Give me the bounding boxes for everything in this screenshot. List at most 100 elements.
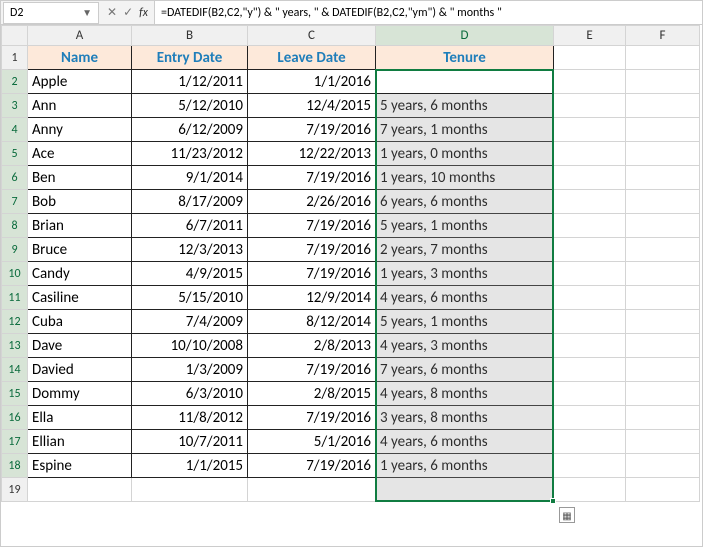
cell-entry[interactable]: 11/23/2012 [132, 142, 248, 166]
row-header-19[interactable]: 19 [2, 478, 28, 502]
autofill-options-button[interactable]: ▦ [559, 507, 575, 523]
cell-entry[interactable]: 8/17/2009 [132, 190, 248, 214]
cell[interactable] [626, 70, 700, 94]
cell[interactable] [626, 46, 700, 70]
row-header[interactable]: 8 [2, 214, 28, 238]
cell-entry[interactable]: 6/3/2010 [132, 382, 248, 406]
cell-leave[interactable]: 12/9/2014 [248, 286, 376, 310]
fx-icon[interactable]: fx [139, 6, 148, 20]
cell-leave[interactable]: 7/19/2016 [248, 238, 376, 262]
header-entry[interactable]: Entry Date [132, 46, 248, 70]
header-tenure[interactable]: Tenure [376, 46, 554, 70]
row-header[interactable]: 6 [2, 166, 28, 190]
cell-leave[interactable]: 7/19/2016 [248, 166, 376, 190]
cell-leave[interactable]: 12/22/2013 [248, 142, 376, 166]
row-header[interactable]: 17 [2, 430, 28, 454]
cell[interactable] [626, 310, 700, 334]
cell-leave[interactable]: 5/1/2016 [248, 430, 376, 454]
cell-entry[interactable]: 1/1/2015 [132, 454, 248, 478]
cell-leave[interactable]: 8/12/2014 [248, 310, 376, 334]
cell[interactable] [626, 166, 700, 190]
cell[interactable] [626, 334, 700, 358]
cell-entry[interactable]: 7/4/2009 [132, 310, 248, 334]
cell-leave[interactable]: 12/4/2015 [248, 94, 376, 118]
cell[interactable] [248, 478, 376, 502]
cell-tenure[interactable]: 1 years, 3 months [376, 262, 554, 286]
cell[interactable] [626, 358, 700, 382]
cell[interactable] [626, 430, 700, 454]
cell[interactable] [554, 70, 626, 94]
cell-name[interactable]: Espine [28, 454, 132, 478]
cell-tenure[interactable]: 4 years, 11 months [376, 70, 554, 94]
cell-entry[interactable]: 10/7/2011 [132, 430, 248, 454]
cell-tenure[interactable]: 4 years, 8 months [376, 382, 554, 406]
cancel-icon[interactable]: ✕ [107, 5, 117, 20]
cell[interactable] [554, 454, 626, 478]
row-header[interactable]: 15 [2, 382, 28, 406]
cell-name[interactable]: Apple [28, 70, 132, 94]
cell-leave[interactable]: 2/8/2013 [248, 334, 376, 358]
cell[interactable] [554, 334, 626, 358]
cell-entry[interactable]: 5/15/2010 [132, 286, 248, 310]
cell-entry[interactable]: 4/9/2015 [132, 262, 248, 286]
row-header[interactable]: 11 [2, 286, 28, 310]
cell-entry[interactable]: 10/10/2008 [132, 334, 248, 358]
cell-tenure[interactable]: 7 years, 6 months [376, 358, 554, 382]
cell-tenure[interactable]: 3 years, 8 months [376, 406, 554, 430]
col-header-B[interactable]: B [132, 26, 248, 46]
cell-tenure[interactable]: 4 years, 6 months [376, 430, 554, 454]
cell[interactable] [554, 430, 626, 454]
cell-tenure[interactable]: 4 years, 6 months [376, 286, 554, 310]
cell-name[interactable]: Anny [28, 118, 132, 142]
cell[interactable] [626, 286, 700, 310]
row-header[interactable]: 14 [2, 358, 28, 382]
cell[interactable] [132, 478, 248, 502]
cell-tenure[interactable]: 6 years, 6 months [376, 190, 554, 214]
cell-tenure[interactable]: 5 years, 6 months [376, 94, 554, 118]
row-header[interactable]: 9 [2, 238, 28, 262]
cell-name[interactable]: Ann [28, 94, 132, 118]
col-header-C[interactable]: C [248, 26, 376, 46]
cell-name[interactable]: Candy [28, 262, 132, 286]
cell-tenure[interactable]: 4 years, 3 months [376, 334, 554, 358]
cell[interactable] [554, 142, 626, 166]
cell-entry[interactable]: 11/8/2012 [132, 406, 248, 430]
cell-name[interactable]: Cuba [28, 310, 132, 334]
cell-name[interactable]: Dave [28, 334, 132, 358]
cell[interactable] [626, 406, 700, 430]
cell[interactable] [554, 118, 626, 142]
header-name[interactable]: Name [28, 46, 132, 70]
row-header[interactable]: 2 [2, 70, 28, 94]
row-header[interactable]: 12 [2, 310, 28, 334]
cell[interactable] [626, 262, 700, 286]
cell-entry[interactable]: 1/12/2011 [132, 70, 248, 94]
cell-name[interactable]: Bruce [28, 238, 132, 262]
cell[interactable] [554, 358, 626, 382]
cell[interactable] [554, 94, 626, 118]
cell-entry[interactable]: 6/12/2009 [132, 118, 248, 142]
cell[interactable] [554, 190, 626, 214]
cell-name[interactable]: Brian [28, 214, 132, 238]
cell[interactable] [554, 214, 626, 238]
select-all-corner[interactable] [2, 26, 28, 46]
cell-name[interactable]: Casiline [28, 286, 132, 310]
cell-tenure[interactable]: 2 years, 7 months [376, 238, 554, 262]
cell-tenure[interactable]: 1 years, 6 months [376, 454, 554, 478]
cell[interactable] [554, 238, 626, 262]
cell-name[interactable]: Dommy [28, 382, 132, 406]
col-header-E[interactable]: E [554, 26, 626, 46]
cell-entry[interactable]: 9/1/2014 [132, 166, 248, 190]
cell[interactable] [554, 166, 626, 190]
cell-entry[interactable]: 5/12/2010 [132, 94, 248, 118]
cell-leave[interactable]: 1/1/2016 [248, 70, 376, 94]
row-header[interactable]: 18 [2, 454, 28, 478]
cell-tenure[interactable]: 5 years, 1 months [376, 214, 554, 238]
col-header-A[interactable]: A [28, 26, 132, 46]
row-header[interactable]: 7 [2, 190, 28, 214]
cell[interactable] [554, 262, 626, 286]
cell[interactable] [554, 406, 626, 430]
col-header-D[interactable]: D [376, 26, 554, 46]
row-header[interactable]: 5 [2, 142, 28, 166]
cell[interactable] [28, 478, 132, 502]
cell-name[interactable]: Ace [28, 142, 132, 166]
